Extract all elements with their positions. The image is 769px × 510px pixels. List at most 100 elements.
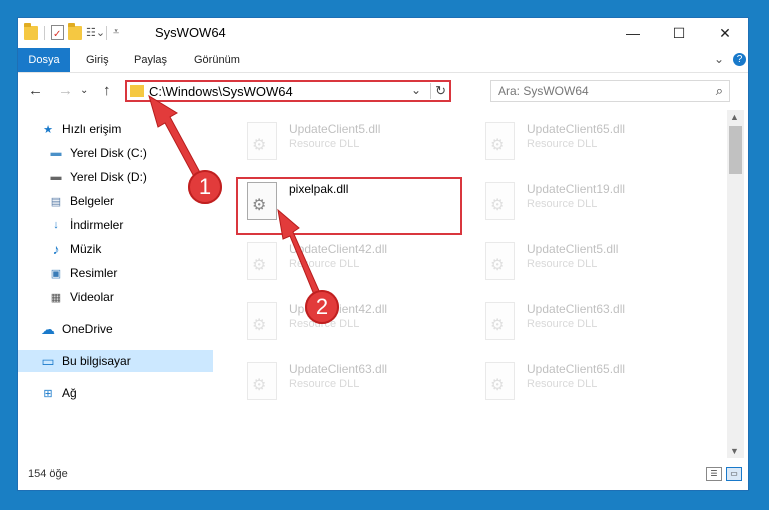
address-bar[interactable]: C:\Windows\SysWOW64 ⌄ ↻ — [125, 80, 451, 102]
minimize-button[interactable]: — — [610, 18, 656, 48]
file-highlight-box — [236, 177, 462, 235]
quick-access-toolbar: ☷⌄ ⩡ — [24, 22, 127, 40]
file-type: Resource DLL — [527, 378, 598, 390]
list-item[interactable]: UpdateClient65.dll Resource DLL — [477, 114, 697, 170]
window-title: SysWOW64 — [155, 25, 226, 40]
sidebar-item-onedrive[interactable]: ☁ OneDrive — [18, 318, 233, 340]
sidebar-item-pictures[interactable]: ▣ Resimler ✦ — [18, 262, 241, 284]
file-type: Resource DLL — [527, 318, 598, 330]
expand-ribbon-icon[interactable]: ⌄ — [714, 52, 724, 66]
refresh-icon[interactable]: ↻ — [430, 83, 446, 99]
forward-button[interactable]: → — [58, 82, 73, 99]
status-bar: 154 öğe ☰ ▭ — [18, 464, 748, 486]
title-bar: ☷⌄ ⩡ SysWOW64 — ☐ ✕ — [18, 18, 748, 48]
pictures-icon: ▣ — [50, 267, 62, 280]
scroll-up-icon[interactable]: ▲ — [730, 112, 739, 122]
sidebar-item-network[interactable]: ⊞ Ağ — [18, 382, 233, 404]
file-name: UpdateClient42.dll — [289, 242, 388, 256]
search-placeholder: Ara: SysWOW64 — [498, 84, 589, 98]
divider — [106, 25, 107, 40]
sidebar-item-this-pc[interactable]: ▭ Bu bilgisayar — [18, 350, 233, 372]
help-icon[interactable]: ? — [733, 53, 746, 66]
sidebar-item-videos[interactable]: ▦ Videolar ✦ — [18, 286, 241, 308]
file-name: UpdateClient63.dll — [527, 302, 626, 316]
close-button[interactable]: ✕ — [702, 18, 748, 48]
dll-file-icon — [247, 242, 277, 280]
file-type: Resource DLL — [289, 138, 360, 150]
sidebar-item-label: Yerel Disk (C:) — [70, 146, 147, 160]
tab-view[interactable]: Görünüm — [194, 48, 240, 72]
sidebar-item-label: Belgeler — [70, 194, 115, 208]
sidebar-item-label: Bu bilgisayar — [62, 354, 131, 368]
download-icon: ↓ — [53, 219, 59, 231]
dll-file-icon — [485, 242, 515, 280]
file-type: Resource DLL — [289, 378, 360, 390]
tab-home[interactable]: Giriş — [86, 48, 109, 72]
network-icon: ⊞ — [43, 387, 53, 400]
customize-toolbar-icon[interactable]: ☷⌄ — [86, 26, 105, 40]
list-item[interactable]: UpdateClient65.dll Resource DLL — [477, 354, 697, 410]
sidebar-item-downloads[interactable]: ↓ İndirmeler ✦ — [18, 214, 241, 236]
list-item[interactable]: UpdateClient19.dll Resource DLL — [477, 174, 697, 230]
file-name: UpdateClient63.dll — [289, 362, 388, 376]
file-name: UpdateClient19.dll — [527, 182, 626, 196]
new-folder-icon[interactable] — [68, 22, 82, 40]
large-icons-view-icon[interactable]: ▭ — [726, 467, 742, 481]
step-2-badge: 2 — [305, 290, 339, 324]
dll-file-icon — [247, 362, 277, 400]
dll-file-icon — [485, 302, 515, 340]
file-type: Resource DLL — [527, 198, 598, 210]
search-input[interactable]: Ara: SysWOW64 ⌕ — [490, 80, 730, 102]
cloud-icon: ☁ — [41, 320, 55, 337]
tab-share[interactable]: Paylaş — [134, 48, 167, 72]
file-name: UpdateClient65.dll — [527, 362, 626, 376]
drive-icon: ▬ — [50, 147, 62, 159]
file-name: UpdateClient5.dll — [289, 122, 381, 136]
file-type: Resource DLL — [289, 258, 360, 270]
sidebar-item-quick-access[interactable]: ★ Hızlı erişim — [18, 118, 233, 140]
sidebar-item-label: İndirmeler — [70, 218, 124, 232]
list-item[interactable]: UpdateClient5.dll Resource DLL — [239, 114, 459, 170]
up-button[interactable]: ↑ — [103, 82, 111, 99]
drive-icon: ▬ — [50, 171, 62, 183]
sidebar-item-label: Resimler — [70, 266, 118, 280]
details-view-icon[interactable]: ☰ — [706, 467, 722, 481]
sidebar-item-music[interactable]: ♪ Müzik ✦ — [18, 238, 241, 260]
step-1-badge: 1 — [188, 170, 222, 204]
ribbon-tabs: Dosya Giriş Paylaş Görünüm ⌄ ? — [18, 48, 748, 73]
dll-file-icon — [247, 122, 277, 160]
sidebar-item-label: Ağ — [62, 386, 77, 400]
sidebar-item-label: Hızlı erişim — [62, 122, 122, 136]
list-item[interactable]: UpdateClient63.dll Resource DLL — [477, 294, 697, 350]
scroll-down-icon[interactable]: ▼ — [730, 446, 739, 456]
item-count: 154 öğe — [28, 468, 68, 480]
back-button[interactable]: ← — [28, 82, 43, 99]
explorer-window: ☷⌄ ⩡ SysWOW64 — ☐ ✕ Dosya Giriş Paylaş G… — [17, 17, 749, 491]
chevron-down-icon[interactable]: ⩡ — [113, 26, 127, 40]
vertical-scrollbar[interactable]: ▲ ▼ — [727, 110, 744, 458]
recent-locations-button[interactable]: ⌄ — [80, 85, 88, 96]
address-path[interactable]: C:\Windows\SysWOW64 — [149, 84, 293, 99]
sidebar-item-label: Müzik — [70, 242, 102, 256]
list-item[interactable]: UpdateClient42.dll Resource DLL — [239, 294, 459, 350]
list-item[interactable]: UpdateClient63.dll Resource DLL — [239, 354, 459, 410]
folder-icon — [24, 22, 38, 40]
list-item[interactable]: UpdateClient5.dll Resource DLL — [477, 234, 697, 290]
divider — [44, 25, 45, 40]
dll-file-icon — [247, 302, 277, 340]
sidebar-item-label: OneDrive — [62, 322, 113, 336]
star-icon: ★ — [43, 123, 53, 136]
sidebar-item-local-disk-c[interactable]: ▬ Yerel Disk (C:) ✦ — [18, 142, 241, 164]
file-type: Resource DLL — [527, 138, 598, 150]
properties-icon[interactable] — [51, 25, 64, 40]
folder-icon — [130, 85, 144, 97]
address-dropdown-icon[interactable]: ⌄ — [411, 83, 421, 97]
list-item[interactable]: UpdateClient42.dll Resource DLL — [239, 234, 459, 290]
dll-file-icon — [485, 182, 515, 220]
navigation-pane: ★ Hızlı erişim ▬ Yerel Disk (C:) ✦ ▬ Yer… — [18, 110, 237, 455]
search-icon[interactable]: ⌕ — [716, 83, 723, 99]
maximize-button[interactable]: ☐ — [656, 18, 702, 48]
navigation-bar: ← → ⌄ ↑ C:\Windows\SysWOW64 ⌄ ↻ Ara: Sys… — [18, 73, 748, 109]
tab-file[interactable]: Dosya — [18, 48, 70, 72]
scrollbar-thumb[interactable] — [729, 126, 742, 174]
